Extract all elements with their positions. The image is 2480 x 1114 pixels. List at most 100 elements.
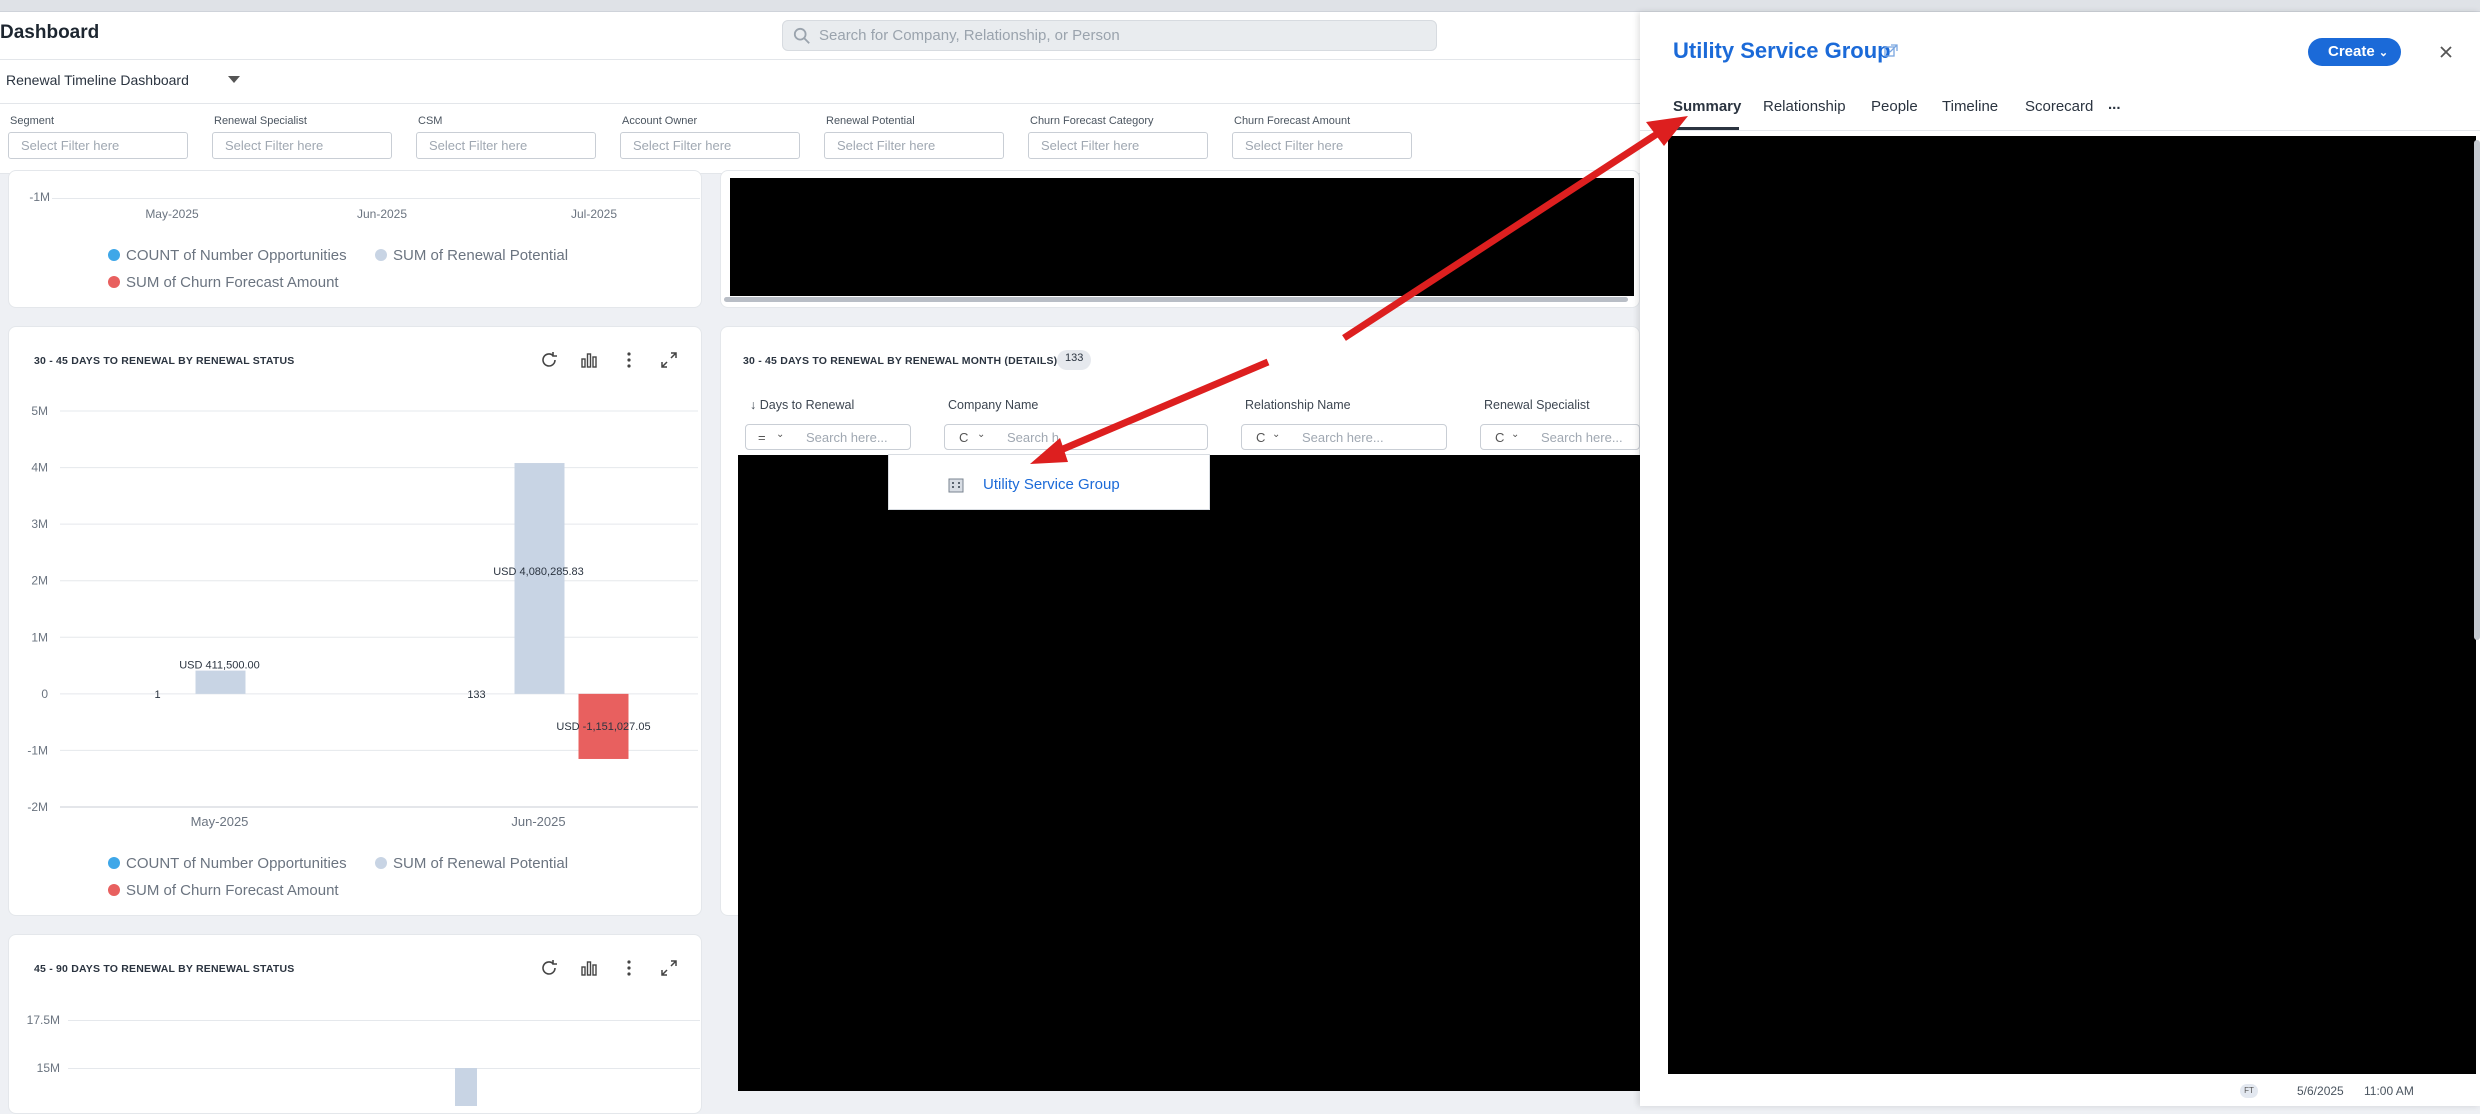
- days-filter-input[interactable]: = ⌄ Search here...: [745, 424, 911, 450]
- chevron-down-icon[interactable]: ⌄: [977, 429, 985, 440]
- chart-type-icon[interactable]: [578, 957, 600, 979]
- y-tick-label: 17.5M: [26, 1013, 60, 1027]
- input-placeholder: Search here...: [1302, 430, 1384, 445]
- chart-title: 30 - 45 DAYS TO RENEWAL BY RENEWAL STATU…: [34, 355, 295, 367]
- filter-label: Renewal Specialist: [214, 115, 307, 127]
- gridline: [68, 1020, 700, 1021]
- panel-title[interactable]: Utility Service Group: [1673, 38, 1891, 64]
- refresh-icon[interactable]: [538, 957, 560, 979]
- column-header-relationship[interactable]: Relationship Name: [1245, 398, 1351, 412]
- panel-scrollbar[interactable]: [2474, 140, 2480, 640]
- dashboard-selector[interactable]: Renewal Timeline Dashboard: [6, 72, 189, 88]
- horizontal-scrollbar[interactable]: [724, 297, 1628, 302]
- input-placeholder: Search here...: [1541, 430, 1623, 445]
- specialist-filter-input[interactable]: C ⌄ Search here...: [1480, 424, 1640, 450]
- chevron-down-icon[interactable]: [228, 76, 240, 83]
- legend-item: SUM of Churn Forecast Amount: [108, 274, 339, 291]
- renewal-status-bar-chart: 5M 4M 3M 2M 1M 0 -1M -2M May-2025 1 USD 411,500.00…: [27, 404, 698, 829]
- global-search-input[interactable]: Search for Company, Relationship, or Per…: [782, 20, 1437, 51]
- browser-strip: [0, 0, 2480, 12]
- close-icon[interactable]: [2438, 44, 2454, 60]
- tab-people[interactable]: People: [1871, 98, 1918, 115]
- legend-item: COUNT of Number Opportunities: [108, 247, 347, 264]
- gridline: [68, 1068, 700, 1069]
- x-tick-label: Jul-2025: [570, 207, 618, 221]
- dropdown-option-label[interactable]: Utility Service Group: [983, 476, 1120, 493]
- data-label: USD 411,500.00: [179, 660, 260, 672]
- company-icon: [948, 478, 964, 493]
- expand-icon[interactable]: [658, 957, 680, 979]
- footer-time: 11:00 AM: [2364, 1084, 2414, 1098]
- tab-relationship[interactable]: Relationship: [1763, 98, 1846, 115]
- y-tick-label: -1M: [27, 743, 48, 757]
- table-title: 30 - 45 DAYS TO RENEWAL BY RENEWAL MONTH…: [743, 355, 1058, 367]
- y-tick-label: -2M: [27, 800, 48, 814]
- relationship-filter-input[interactable]: C ⌄ Search here...: [1241, 424, 1447, 450]
- tab-timeline[interactable]: Timeline: [1942, 98, 1998, 115]
- y-tick-label: 0: [41, 687, 48, 701]
- legend-item: COUNT of Number Opportunities: [108, 855, 347, 872]
- chevron-down-icon[interactable]: ⌄: [776, 429, 784, 440]
- filter-input[interactable]: Select Filter here: [1232, 132, 1412, 159]
- filter-input[interactable]: Select Filter here: [620, 132, 800, 159]
- filter-label: Renewal Potential: [826, 115, 915, 127]
- bar: [514, 463, 565, 694]
- data-label: 1: [154, 689, 160, 701]
- y-tick-label: 2M: [31, 574, 48, 588]
- refresh-icon[interactable]: [538, 349, 560, 371]
- y-tick-label: 5M: [31, 404, 48, 418]
- create-button[interactable]: Create ⌄: [2308, 38, 2401, 66]
- avatar: FT: [2240, 1084, 2258, 1098]
- column-header-company[interactable]: Company Name: [948, 398, 1038, 412]
- filter-label: Segment: [10, 115, 55, 127]
- more-tabs-icon[interactable]: ...: [2108, 96, 2121, 113]
- filter-operator[interactable]: C: [1495, 430, 1504, 445]
- tab-divider: [1640, 130, 2480, 131]
- x-tick-label: May-2025: [145, 207, 199, 221]
- filter-input[interactable]: Select Filter here: [212, 132, 392, 159]
- x-tick-label: May-2025: [191, 814, 249, 829]
- external-link-icon[interactable]: [1884, 44, 1898, 58]
- y-tick-label: 15M: [36, 1061, 60, 1075]
- bar: [195, 670, 246, 694]
- data-label: 133: [467, 689, 485, 701]
- footer-date: 5/6/2025: [2297, 1084, 2344, 1098]
- count-badge: 133: [1057, 350, 1092, 370]
- chevron-down-icon[interactable]: ⌄: [1511, 429, 1519, 440]
- x-tick-label: Jun-2025: [511, 814, 565, 829]
- tab-scorecard[interactable]: Scorecard: [2025, 98, 2093, 115]
- input-placeholder: Search h: [1007, 430, 1060, 445]
- legend-item: SUM of Renewal Potential: [375, 247, 568, 264]
- company-filter-input[interactable]: C ⌄ Search h: [944, 424, 1208, 450]
- filter-input[interactable]: Select Filter here: [824, 132, 1004, 159]
- search-placeholder: Search for Company, Relationship, or Per…: [819, 27, 1120, 44]
- filter-label: Account Owner: [622, 115, 698, 127]
- tab-summary[interactable]: Summary: [1673, 98, 1741, 115]
- chevron-down-icon: ⌄: [2378, 47, 2389, 59]
- filter-input[interactable]: Select Filter here: [1028, 132, 1208, 159]
- legend-item: SUM of Renewal Potential: [375, 855, 568, 872]
- dropdown-option[interactable]: Utility Service Group: [889, 468, 1209, 502]
- column-header-days[interactable]: ↓ Days to Renewal: [750, 398, 854, 412]
- filter-operator[interactable]: C: [959, 430, 968, 445]
- bar: [455, 1068, 477, 1106]
- filter-label: Churn Forecast Category: [1030, 115, 1154, 127]
- more-options-icon[interactable]: [618, 957, 640, 979]
- y-tick-label: -1M: [29, 190, 50, 204]
- input-placeholder: Search here...: [806, 430, 888, 445]
- y-tick-label: 4M: [31, 461, 48, 475]
- y-tick-label: 1M: [31, 630, 48, 644]
- chevron-down-icon[interactable]: ⌄: [1272, 429, 1280, 440]
- filter-operator[interactable]: =: [758, 430, 766, 445]
- chart-type-icon[interactable]: [578, 349, 600, 371]
- expand-icon[interactable]: [658, 349, 680, 371]
- filter-label: Churn Forecast Amount: [1234, 115, 1351, 127]
- chart-title: 45 - 90 DAYS TO RENEWAL BY RENEWAL STATU…: [34, 963, 295, 975]
- filter-operator[interactable]: C: [1256, 430, 1265, 445]
- more-options-icon[interactable]: [618, 349, 640, 371]
- filter-input[interactable]: Select Filter here: [416, 132, 596, 159]
- column-header-specialist[interactable]: Renewal Specialist: [1484, 398, 1590, 412]
- legend-item: SUM of Churn Forecast Amount: [108, 882, 339, 899]
- filter-input[interactable]: Select Filter here: [8, 132, 188, 159]
- redacted-panel-content: [1668, 136, 2476, 1074]
